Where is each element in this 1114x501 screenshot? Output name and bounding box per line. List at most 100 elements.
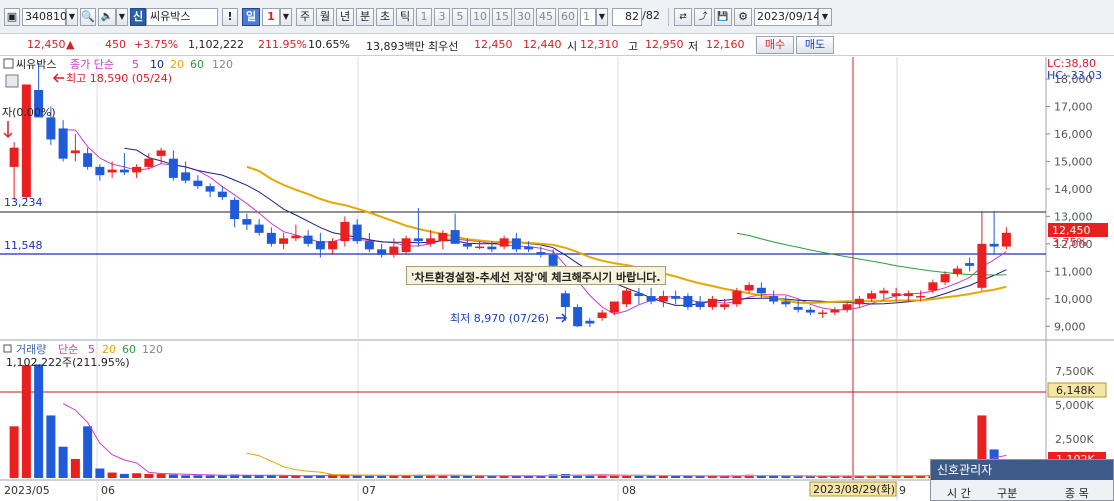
volume-bar	[793, 476, 803, 478]
price-tick: 16,000	[1054, 128, 1093, 141]
volume-tick-5000k: 5,000K	[1055, 399, 1094, 412]
candle-body	[168, 158, 178, 178]
volume-bar	[597, 475, 607, 478]
speaker-icon[interactable]: 🔈	[98, 8, 116, 26]
candle-body	[952, 268, 962, 275]
interval-10-button[interactable]: 10	[470, 8, 490, 26]
price-tick: 13,000	[1054, 210, 1093, 223]
volume-bar	[34, 364, 44, 478]
volume-bar	[9, 426, 19, 478]
candle-body	[989, 243, 999, 247]
volume-bar	[70, 458, 80, 478]
candle-body	[573, 307, 583, 327]
ma-period-60: 60	[190, 58, 204, 71]
candle-body	[328, 241, 338, 250]
col-item[interactable]: 종 목	[1065, 485, 1089, 501]
low-annotation: 최저 8,970 (07/26)	[450, 312, 549, 325]
calculator-icon[interactable]	[5, 74, 19, 88]
chart-icon[interactable]: ⤴	[694, 8, 712, 26]
candle-body	[548, 254, 558, 266]
bar-count-input[interactable]: 82	[612, 8, 642, 26]
settings-icon[interactable]: ⚙	[734, 8, 752, 26]
period-year-button[interactable]: 년	[336, 8, 354, 26]
interval-dropdown-icon[interactable]: ▼	[596, 8, 608, 26]
stock-info-button[interactable]: !	[222, 8, 238, 26]
candle-body	[756, 287, 766, 294]
volume-ma-label: 단순	[58, 343, 78, 356]
volume-bar	[205, 475, 215, 478]
lock-icon[interactable]: ⇄	[674, 8, 692, 26]
quote-bar: 12,450 ▲ 450 +3.75% 1,102,222 211.95% 10…	[0, 34, 1114, 56]
candle-body	[744, 285, 754, 291]
candle-body	[401, 238, 411, 253]
high-label: 고	[628, 40, 639, 53]
period-day-button[interactable]: 일	[242, 8, 260, 26]
candle-body	[1001, 232, 1011, 247]
candle-body	[9, 147, 19, 167]
buy-button[interactable]: 매수	[756, 36, 794, 54]
period-minute-button[interactable]: 분	[356, 8, 374, 26]
interval-5-button[interactable]: 5	[452, 8, 468, 26]
best-label: 최우선	[428, 40, 459, 53]
candle-body	[132, 166, 142, 173]
candle-body	[107, 169, 117, 173]
interval-60-button[interactable]: 60	[558, 8, 578, 26]
left-marker: 자(0.00%)	[2, 106, 56, 119]
date-dropdown-icon[interactable]: ▼	[818, 8, 832, 26]
candle-body	[254, 224, 264, 233]
period-tick-button[interactable]: 틱	[396, 8, 414, 26]
signal-manager-panel[interactable]: 신호관리자 시 간 구분 종 목	[930, 459, 1114, 501]
trendline-notice: '차트환경설정-추세선 저장'에 체크해주시기 바랍니다.	[406, 266, 666, 285]
date-input[interactable]: 2023/09/14	[754, 8, 820, 26]
sell-button[interactable]: 매도	[796, 36, 834, 54]
save-icon[interactable]: 💾	[714, 8, 732, 26]
volume-bar	[144, 473, 154, 478]
stock-label: 씨유박스	[16, 58, 56, 71]
trade-amount: 13,893백만	[366, 40, 425, 53]
candle-body	[916, 296, 926, 298]
signal-manager-title[interactable]: 신호관리자	[931, 460, 1113, 480]
current-pct-tag: 3.75%	[1052, 236, 1087, 249]
candle-body	[928, 282, 938, 291]
period-second-button[interactable]: 초	[376, 8, 394, 26]
col-type[interactable]: 구분	[997, 485, 1017, 501]
interval-45-button[interactable]: 45	[536, 8, 556, 26]
price-tick: 9,000	[1054, 320, 1086, 333]
interval-3-button[interactable]: 3	[434, 8, 450, 26]
search-icon[interactable]: 🔍	[80, 8, 96, 26]
candle-body	[646, 296, 656, 302]
candle-body	[156, 150, 166, 156]
period-dropdown-icon[interactable]: ▼	[280, 8, 292, 26]
volume-current-label: 1,102,222주(211.95%)	[6, 356, 130, 369]
period-month-button[interactable]: 월	[316, 8, 334, 26]
candle-body	[524, 246, 534, 250]
x-label-08: 08	[622, 484, 636, 497]
interval-30-button[interactable]: 30	[514, 8, 534, 26]
candle-body	[95, 166, 105, 176]
volume-bar	[805, 476, 815, 478]
candle-body	[622, 290, 632, 305]
candle-body	[352, 224, 362, 242]
volume-ma-20: 20	[102, 343, 116, 356]
window-menu-icon[interactable]: ▣	[4, 8, 20, 26]
period-value-input[interactable]: 1	[262, 8, 280, 26]
interval-1-button[interactable]: 1	[416, 8, 432, 26]
volume-bar	[46, 415, 56, 478]
volume-bar	[364, 475, 374, 478]
interval-input[interactable]: 1	[580, 8, 596, 26]
speaker-dropdown-icon[interactable]: ▼	[116, 8, 128, 26]
stock-name-field[interactable]: 씨유박스	[146, 8, 218, 26]
interval-15-button[interactable]: 15	[492, 8, 512, 26]
volume-bar	[217, 475, 227, 478]
col-time[interactable]: 시 간	[947, 485, 971, 501]
candle-body	[205, 186, 215, 192]
volume-bar	[462, 475, 472, 478]
candle-body	[340, 221, 350, 242]
stock-code-dropdown-icon[interactable]: ▼	[66, 8, 78, 26]
candle-body	[193, 180, 203, 187]
stock-code-input[interactable]: 340810	[22, 8, 67, 26]
period-week-button[interactable]: 주	[296, 8, 314, 26]
volume-bar	[83, 426, 93, 478]
candle-body	[854, 298, 864, 305]
candle-body	[683, 296, 693, 308]
